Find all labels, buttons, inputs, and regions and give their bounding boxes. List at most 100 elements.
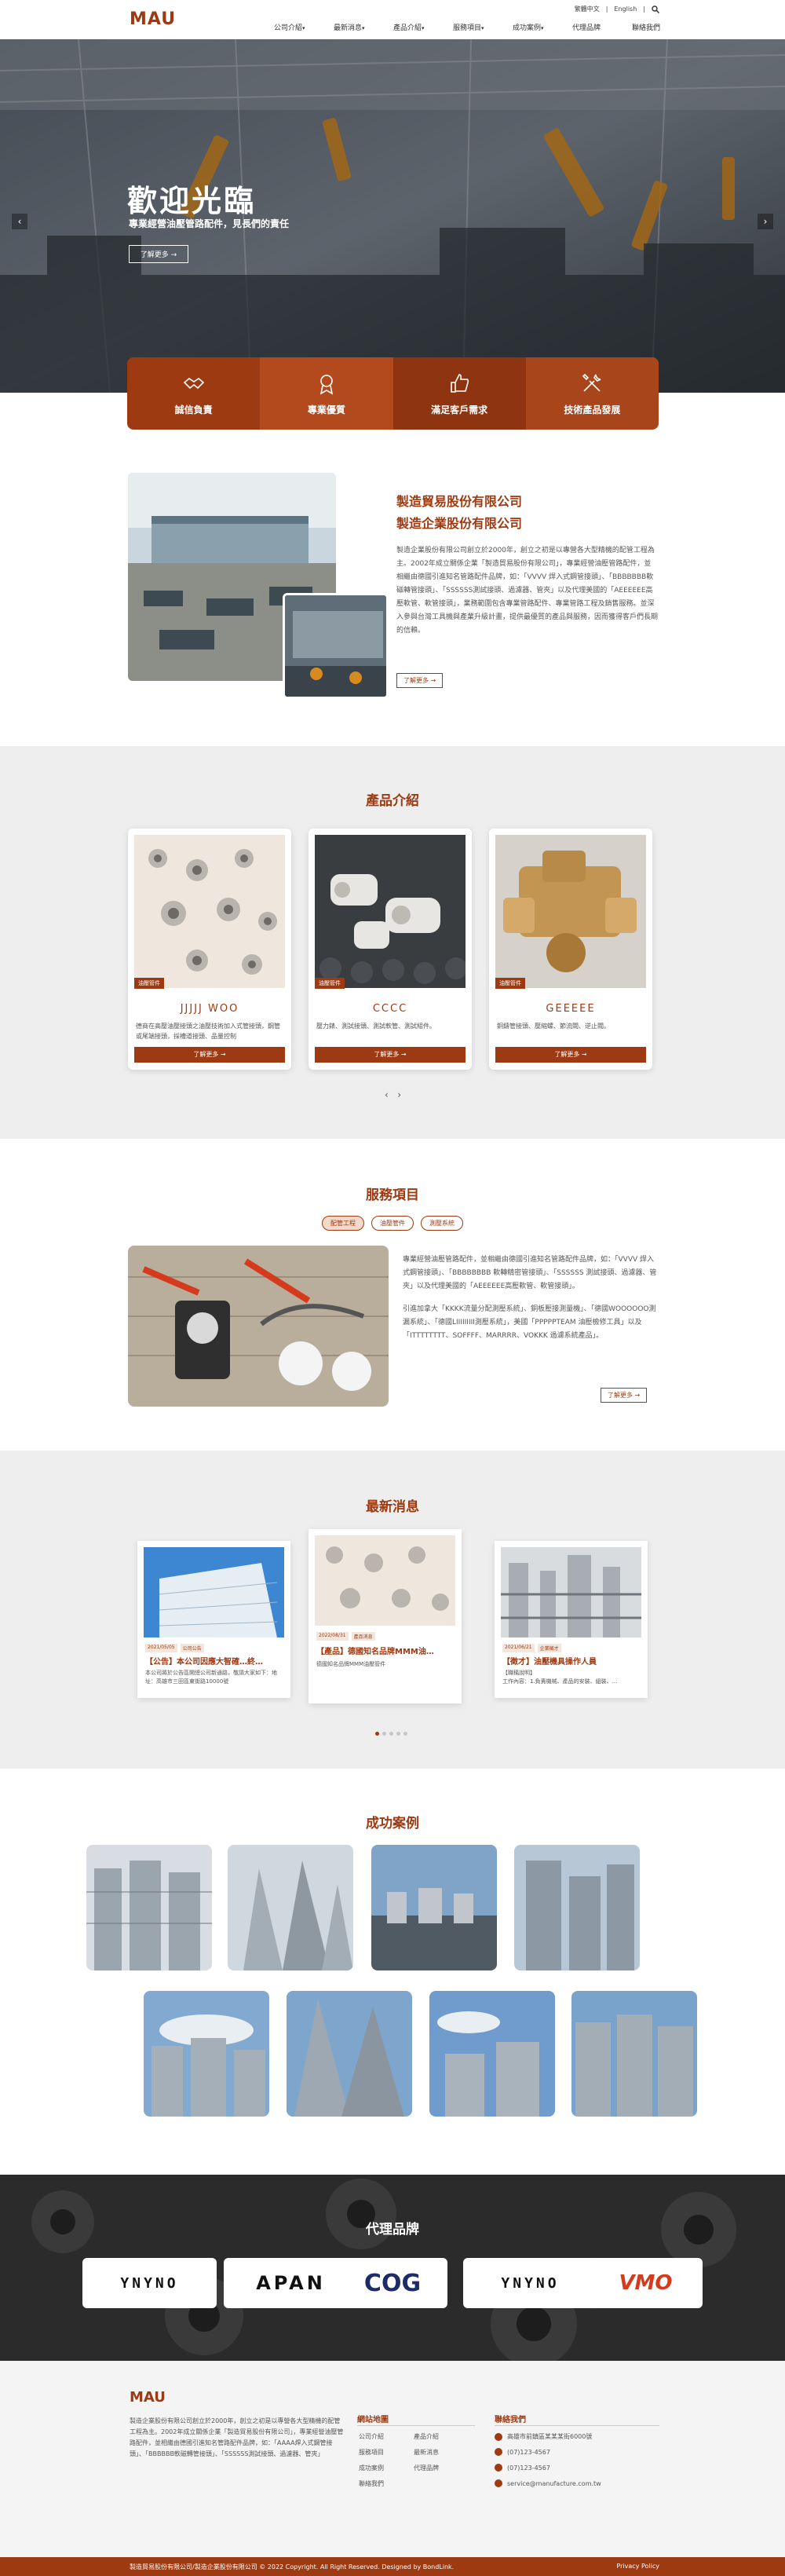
nav-item-news[interactable]: 最新消息▾ [330, 22, 390, 32]
site-logo[interactable]: MAU [130, 9, 176, 29]
tab-piping-engineering[interactable]: 配管工程 [322, 1216, 364, 1231]
news-image [501, 1547, 641, 1637]
carousel-dot[interactable] [382, 1732, 386, 1736]
map-pin-icon [495, 2432, 502, 2441]
lang-tc-link[interactable]: 繁體中文 [575, 5, 600, 13]
hero-prev-arrow-icon[interactable]: ‹ [12, 214, 27, 229]
case-image[interactable] [287, 1991, 412, 2117]
nav-item-contact[interactable]: 聯絡我們 [629, 22, 688, 32]
brand-logo-vmo[interactable]: VMO [589, 2258, 703, 2308]
thumbs-up-icon [451, 373, 469, 393]
case-image[interactable] [429, 1991, 555, 2117]
product-name: GEEEEE [546, 1003, 596, 1015]
product-card[interactable]: 油壓管件 CCCC 壓力錶、測試接頭、測試軟管、測試組件。 了解更多 → [309, 829, 472, 1070]
about-title-line2: 製造企業股份有限公司 [396, 516, 523, 531]
top-utility-bar: 繁體中文 | English | [575, 5, 659, 13]
news-section: 最新消息 2021/05/05 公司公告 【公告】本公司因應大智確…終… 本公司將… [0, 1451, 785, 1769]
footer-link-contact[interactable]: 聯絡我們 [359, 2479, 384, 2488]
news-card[interactable]: 2021/06/21 企業徵才 【徵才】油壓機具操作人員 【職稱說明】 工作內容：… [495, 1541, 648, 1698]
tab-hydraulic-fittings[interactable]: 油壓管件 [371, 1216, 414, 1231]
brand-logo-ynyno-2[interactable]: YNYNO [463, 2258, 597, 2308]
nav-item-cases[interactable]: 成功案例▾ [509, 22, 569, 32]
footer-divider [495, 2425, 659, 2426]
news-headline: 【產品】德國知名品牌MMM油… [316, 1648, 434, 1656]
chevron-down-icon: ▾ [422, 25, 425, 31]
footer-link-about[interactable]: 公司介紹 [359, 2432, 384, 2441]
product-card[interactable]: 油壓管件 GEEEEE 銅鑄管接頭、壓縮螺、節流閥、逆止閥。 了解更多 → [489, 829, 652, 1070]
case-image[interactable] [514, 1845, 640, 1970]
services-paragraph-2: 引進加拿大「KKKK流量分配測壓系統」、銅板壓接測量機」、「德國WOOOOOO測… [403, 1305, 656, 1340]
hero-subtitle: 專業經營油壓管路配件，見長們的責任 [129, 218, 290, 229]
feature-customer[interactable]: 滿足客戶需求 [392, 357, 526, 430]
brand-logo-cog[interactable]: COG [338, 2258, 447, 2308]
site-header: MAU 繁體中文 | English | 公司介紹▾ 最新消息▾ 產品介紹▾ 服… [0, 0, 785, 39]
carousel-dot[interactable] [403, 1732, 407, 1736]
footer-link-products[interactable]: 產品介紹 [414, 2432, 439, 2441]
product-description: 銅鑄管接頭、壓縮螺、節流閥、逆止閥。 [497, 1023, 610, 1030]
news-image [144, 1547, 284, 1637]
nav-item-services[interactable]: 服務項目▾ [450, 22, 509, 32]
copyright-text: 製造貿易股份有限公司/製造企業股份有限公司 © 2022 Copyright. … [130, 2563, 455, 2571]
product-description: 德商在高壓油壓接頭之油壓技術加入式管接頭，鋼管或尾端接頭，採槽道接頭、品量控制 [136, 1023, 280, 1040]
case-image[interactable] [228, 1845, 353, 1970]
about-hall-image [283, 593, 389, 699]
privacy-policy-link[interactable]: Privacy Policy [616, 2563, 659, 2570]
footer-phone[interactable]: (07)123-4567 [495, 2448, 550, 2456]
news-card[interactable]: 2022/08/31 產品消息 【產品】德國知名品牌MMM油… 德國知名品牌MMM… [309, 1529, 462, 1703]
news-meta: 2021/06/21 企業徵才 [502, 1644, 561, 1652]
cases-section: 成功案例 [0, 1769, 785, 2175]
news-date: 2021/06/21 [502, 1644, 535, 1652]
case-image[interactable] [86, 1845, 212, 1970]
chevron-left-icon[interactable]: ‹ [385, 1089, 389, 1100]
about-title: 製造貿易股份有限公司 製造企業股份有限公司 [396, 491, 522, 535]
carousel-dot[interactable] [375, 1732, 379, 1736]
fax-icon [495, 2464, 502, 2472]
product-learn-more-button[interactable]: 了解更多 → [495, 1047, 646, 1063]
footer-link-brands[interactable]: 代理品牌 [414, 2464, 439, 2472]
news-headline: 【徵才】油壓機具操作人員 [502, 1658, 597, 1667]
feature-quality[interactable]: 專業優質 [260, 357, 393, 430]
news-card[interactable]: 2021/05/05 公司公告 【公告】本公司因應大智確…終… 本公司將於公告區開… [137, 1541, 290, 1698]
carousel-dot[interactable] [396, 1732, 400, 1736]
case-image[interactable] [371, 1845, 497, 1970]
hero-next-arrow-icon[interactable]: › [758, 214, 773, 229]
feature-technology[interactable]: 技術產品發展 [525, 357, 659, 430]
tab-pressure-system[interactable]: 測壓系統 [421, 1216, 463, 1231]
about-learn-more-button[interactable]: 了解更多 → [396, 673, 444, 688]
case-image[interactable] [144, 1991, 269, 2117]
product-card[interactable]: 油壓管件 JJJJJ WOO 德商在高壓油壓接頭之油壓技術加入式管接頭，鋼管或尾… [128, 829, 291, 1070]
agents-title: 代理品牌 [366, 2222, 419, 2238]
news-headline: 【公告】本公司因應大智確…終… [145, 1658, 263, 1667]
footer-link-cases[interactable]: 成功案例 [359, 2464, 384, 2472]
carousel-dot[interactable] [389, 1732, 393, 1736]
footer-link-news[interactable]: 最新消息 [414, 2448, 439, 2457]
chevron-down-icon: ▾ [541, 25, 544, 31]
about-title-line1: 製造貿易股份有限公司 [396, 494, 523, 509]
product-learn-more-button[interactable]: 了解更多 → [134, 1047, 285, 1063]
cases-title: 成功案例 [366, 1816, 419, 1831]
nav-item-brands[interactable]: 代理品牌 [569, 22, 629, 32]
services-title: 服務項目 [366, 1187, 419, 1203]
search-icon[interactable] [652, 5, 659, 13]
news-title: 最新消息 [366, 1499, 419, 1515]
nav-item-products[interactable]: 產品介紹▾ [390, 22, 450, 32]
nav-item-about[interactable]: 公司介紹▾ [271, 22, 330, 32]
news-category: 公司公告 [180, 1644, 204, 1652]
copyright-bar: 製造貿易股份有限公司/製造企業股份有限公司 © 2022 Copyright. … [0, 2557, 785, 2576]
services-tools-image [128, 1246, 389, 1407]
footer-link-services[interactable]: 服務項目 [359, 2448, 384, 2457]
product-name: CCCC [372, 1003, 408, 1015]
chevron-right-icon[interactable]: › [397, 1089, 401, 1100]
lang-en-link[interactable]: English [614, 5, 637, 13]
services-learn-more-button[interactable]: 了解更多 → [601, 1388, 648, 1403]
case-image[interactable] [571, 1991, 697, 2117]
product-image [134, 835, 285, 988]
product-learn-more-button[interactable]: 了解更多 → [315, 1047, 466, 1063]
brand-logo-ynyno[interactable]: YNYNO [82, 2258, 217, 2308]
footer-email[interactable]: service@manufacture.com.tw [495, 2479, 601, 2487]
footer-logo[interactable]: MAU [130, 2389, 166, 2406]
hero-learn-more-button[interactable]: 了解更多 → [129, 245, 188, 263]
news-summary: 德國知名品牌MMM油壓管件 [316, 1661, 386, 1667]
footer-about-text: 製造企業股份有限公司創立於2000年，創立之初是以專營各大型精機的配管工程為主。… [130, 2417, 344, 2457]
feature-integrity[interactable]: 誠信負責 [127, 357, 261, 430]
